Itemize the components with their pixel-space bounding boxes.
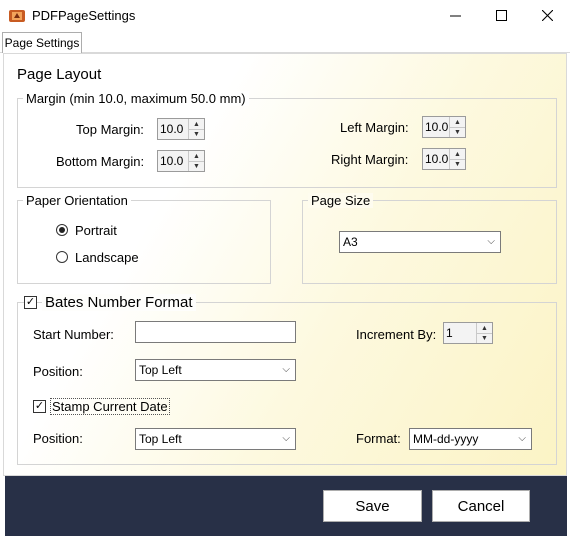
right-margin-spinner[interactable]: 10.0 ▲ ▼ (422, 148, 466, 170)
save-button[interactable]: Save (323, 490, 422, 522)
chevron-down-icon: ⌵ (282, 433, 290, 444)
tab-page-settings[interactable]: Page Settings (2, 32, 82, 53)
bates-checkbox[interactable]: ✓ (24, 296, 37, 309)
chevron-down-icon: ⌵ (518, 433, 526, 444)
format-value: MM-dd-yyyy (413, 432, 479, 446)
left-margin-label: Left Margin: (340, 120, 409, 135)
date-position-label: Position: (33, 431, 83, 446)
top-margin-value: 10.0 (160, 122, 184, 136)
top-margin-spinner[interactable]: 10.0 ▲ ▼ (157, 118, 205, 140)
landscape-radio[interactable] (56, 251, 68, 263)
minimize-icon (449, 15, 461, 17)
increment-value: 1 (446, 326, 453, 340)
bates-position-select[interactable]: Top Left ⌵ (135, 359, 296, 381)
bottom-margin-spinner[interactable]: 10.0 ▲ ▼ (157, 150, 205, 172)
close-button[interactable] (524, 0, 570, 31)
margin-group (17, 98, 557, 188)
margin-group-label: Margin (min 10.0, maximum 50.0 mm) (23, 91, 249, 106)
stamp-date-checkbox[interactable]: ✓ (33, 400, 46, 413)
chevron-down-icon: ⌵ (487, 236, 495, 247)
portrait-label[interactable]: Portrait (75, 223, 117, 238)
tab-label: Page Settings (4, 36, 80, 50)
orientation-group (17, 200, 271, 284)
orientation-group-label: Paper Orientation (23, 193, 131, 208)
title-bar: PDFPageSettings (0, 0, 570, 31)
close-icon (541, 10, 553, 21)
top-margin-label: Top Margin: (76, 122, 144, 137)
chevron-down-icon: ⌵ (282, 364, 290, 375)
bates-position-value: Top Left (139, 363, 182, 377)
right-margin-value: 10.0 (425, 152, 449, 166)
bottom-margin-value: 10.0 (160, 154, 184, 168)
start-number-label: Start Number: (33, 327, 114, 342)
portrait-radio[interactable] (56, 224, 68, 236)
format-select[interactable]: MM-dd-yyyy ⌵ (409, 428, 532, 450)
save-button-label: Save (355, 497, 390, 515)
left-margin-value: 10.0 (425, 120, 449, 134)
spin-down-icon[interactable]: ▼ (450, 159, 465, 169)
bottom-margin-label: Bottom Margin: (56, 154, 145, 169)
date-position-value: Top Left (139, 432, 182, 446)
page-size-group-label: Page Size (308, 193, 374, 208)
minimize-button[interactable] (432, 0, 478, 31)
page-layout-heading: Page Layout (17, 66, 102, 83)
page-size-value: A3 (343, 235, 358, 249)
landscape-label[interactable]: Landscape (75, 250, 139, 265)
spin-down-icon[interactable]: ▼ (189, 129, 204, 139)
spin-down-icon[interactable]: ▼ (450, 127, 465, 137)
page-size-select[interactable]: A3 ⌵ (339, 231, 501, 253)
app-icon (9, 10, 25, 22)
format-label: Format: (356, 431, 401, 446)
date-position-select[interactable]: Top Left ⌵ (135, 428, 296, 450)
maximize-button[interactable] (478, 0, 524, 31)
bates-position-label: Position: (33, 364, 83, 379)
cancel-button-label: Cancel (457, 497, 505, 515)
spin-down-icon[interactable]: ▼ (189, 161, 204, 171)
increment-spinner[interactable]: 1 ▲ ▼ (443, 322, 493, 344)
start-number-input[interactable] (135, 321, 296, 343)
bates-label[interactable]: Bates Number Format (42, 294, 196, 311)
cancel-button[interactable]: Cancel (432, 490, 530, 522)
window-title: PDFPageSettings (32, 8, 136, 23)
left-margin-spinner[interactable]: 10.0 ▲ ▼ (422, 116, 466, 138)
right-margin-label: Right Margin: (331, 152, 409, 167)
stamp-date-label[interactable]: Stamp Current Date (50, 398, 170, 415)
maximize-icon (495, 10, 507, 21)
spin-down-icon[interactable]: ▼ (477, 333, 492, 343)
increment-label: Increment By: (356, 327, 437, 342)
